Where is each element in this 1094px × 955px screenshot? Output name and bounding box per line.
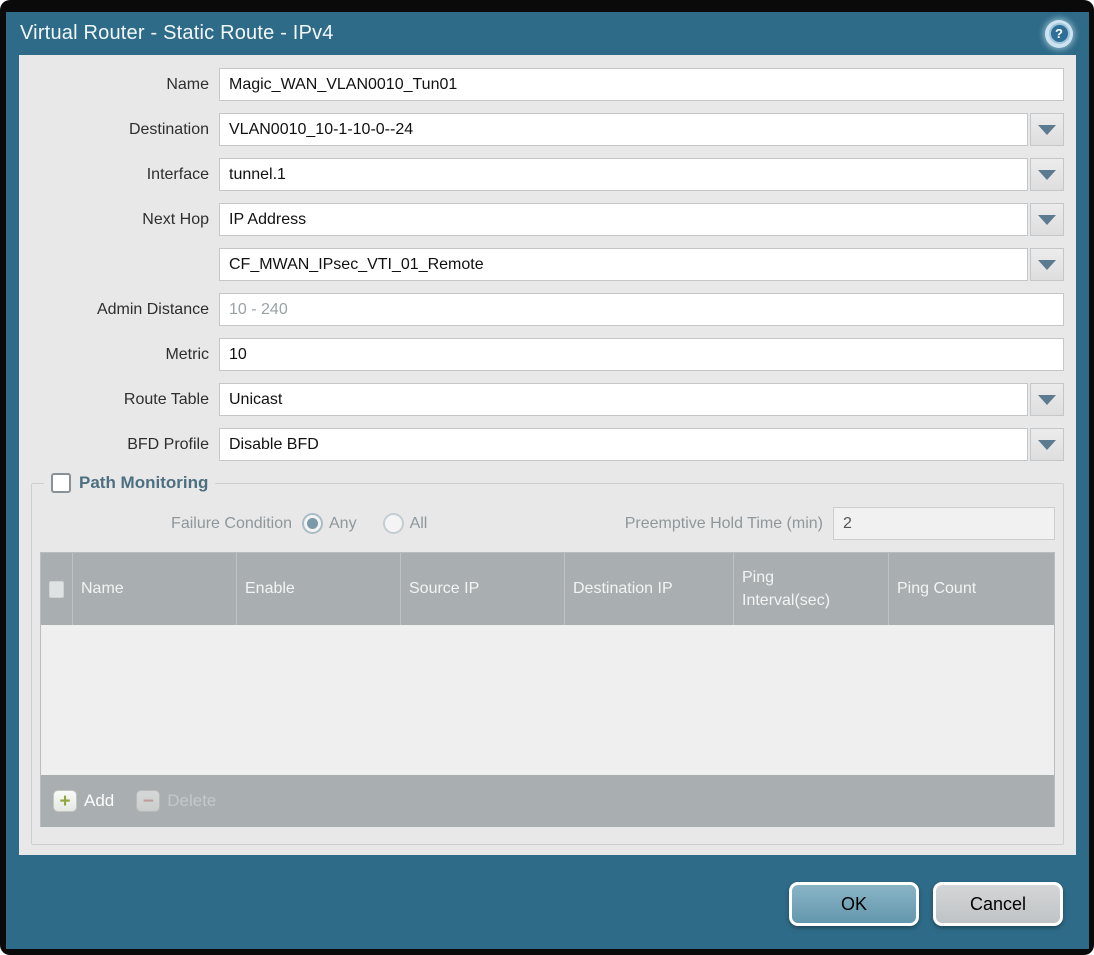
name-row: Name [31,68,1064,101]
select-all-checkbox[interactable] [49,580,64,598]
radio-all[interactable] [382,513,404,534]
column-header-source-ip: Source IP [401,553,565,625]
metric-input[interactable] [219,338,1064,371]
next-hop-row: Next Hop [31,203,1064,236]
path-monitoring-section: Path Monitoring Failure Condition Any Al… [31,473,1064,845]
column-header-destination-ip: Destination IP [565,553,734,625]
help-icon[interactable]: ? [1045,19,1073,48]
question-mark-icon: ? [1048,23,1070,44]
failure-condition-label: Failure Condition [171,514,292,532]
preemptive-hold-time-label: Preemptive Hold Time (min) [624,514,823,532]
column-header-ping-count: Ping Count [897,580,977,597]
interface-row: Interface [31,158,1064,191]
select-all-column-header [41,553,73,625]
destination-label: Destination [128,120,209,138]
next-hop-type-input[interactable] [219,203,1028,236]
destination-row: Destination [31,113,1064,146]
next-hop-address-row [31,248,1064,281]
failure-condition-all-option: All [382,513,428,534]
route-table-dropdown-button[interactable] [1030,383,1064,416]
ok-button[interactable]: OK [789,882,919,926]
static-route-dialog: Virtual Router - Static Route - IPv4 ? N… [6,12,1089,949]
name-input[interactable] [219,68,1064,101]
column-header-ping-interval: Ping Interval(sec) [734,553,889,625]
next-hop-dropdown-button[interactable] [1030,203,1064,236]
add-button-label: Add [84,791,115,810]
path-monitoring-title: Path Monitoring [79,473,209,492]
column-header-enable: Enable [237,553,401,625]
next-hop-address-input[interactable] [219,248,1028,281]
chevron-down-icon [1038,124,1056,135]
path-monitoring-checkbox[interactable] [51,473,71,493]
destination-dropdown-button[interactable] [1030,113,1064,146]
failure-condition-any-option: Any [302,513,357,534]
chevron-down-icon [1038,214,1056,225]
dialog-footer: OK Cancel [6,855,1089,949]
chevron-down-icon [1038,394,1056,405]
chevron-down-icon [1038,439,1056,450]
add-button[interactable]: + Add [53,790,114,812]
interface-label: Interface [146,165,209,183]
bfd-profile-dropdown-button[interactable] [1030,428,1064,461]
metric-row: Metric [31,338,1064,371]
table-body-empty [41,625,1054,775]
admin-distance-input[interactable] [219,293,1064,326]
interface-input[interactable] [219,158,1028,191]
route-table-label: Route Table [123,390,209,408]
radio-all-label: All [409,514,428,532]
admin-distance-label: Admin Distance [96,300,209,318]
title-bar: Virtual Router - Static Route - IPv4 ? [6,12,1089,55]
delete-button-label: Delete [167,791,217,810]
table-header-row: Name Enable Source IP Destination IP Pin [41,553,1054,625]
dialog-body: Name Destination Interface [19,55,1076,855]
metric-label: Metric [165,345,209,363]
chevron-down-icon [1038,259,1056,270]
next-hop-address-dropdown-button[interactable] [1030,248,1064,281]
interface-dropdown-button[interactable] [1030,158,1064,191]
failure-condition-row: Failure Condition Any All Preemptive Hol… [40,507,1055,540]
table-toolbar: + Add − Delete [41,775,1054,827]
plus-icon: + [53,790,77,812]
delete-button[interactable]: − Delete [136,790,216,812]
bfd-profile-label: BFD Profile [127,435,209,453]
cancel-button[interactable]: Cancel [933,882,1063,926]
route-table-input[interactable] [219,383,1028,416]
route-table-row: Route Table [31,383,1064,416]
radio-any-label: Any [329,514,357,532]
bfd-profile-input[interactable] [219,428,1028,461]
path-monitoring-table: Name Enable Source IP Destination IP Pin [40,552,1055,827]
minus-icon: − [136,790,161,812]
preemptive-hold-time-input[interactable] [833,507,1055,540]
bfd-profile-row: BFD Profile [31,428,1064,461]
column-header-name: Name [73,553,237,625]
destination-input[interactable] [219,113,1028,146]
dialog-title: Virtual Router - Static Route - IPv4 [20,22,334,44]
name-label: Name [166,75,209,93]
admin-distance-row: Admin Distance [31,293,1064,326]
window-frame: Virtual Router - Static Route - IPv4 ? N… [0,0,1094,955]
chevron-down-icon [1038,169,1056,180]
next-hop-label: Next Hop [142,210,209,228]
radio-any[interactable] [302,513,323,534]
path-monitoring-legend: Path Monitoring [44,473,215,493]
